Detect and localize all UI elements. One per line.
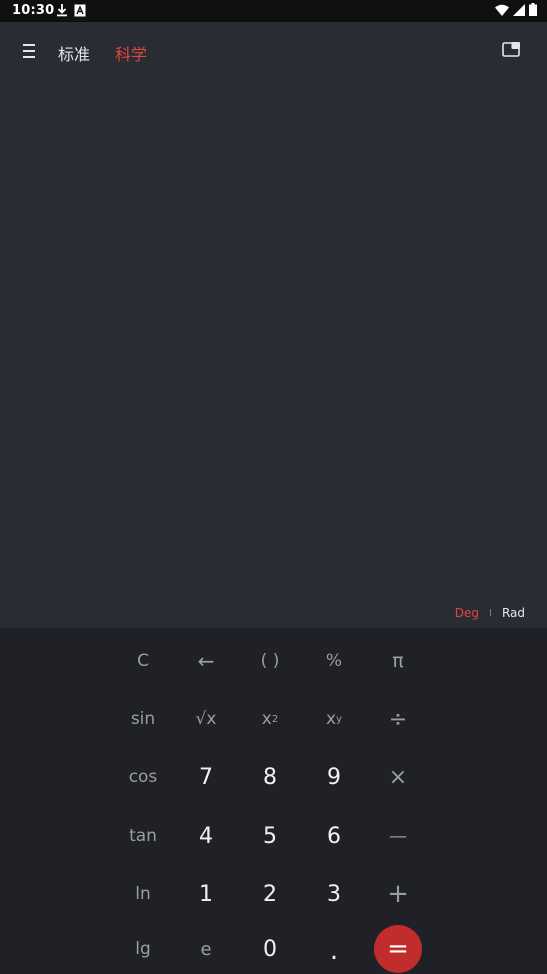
square-button-base: x	[261, 709, 272, 729]
floating-window-icon[interactable]	[501, 41, 523, 61]
tab-scientific[interactable]: 科学	[115, 41, 147, 65]
power-button-base: x	[326, 709, 337, 729]
digit-5-button[interactable]: 5	[240, 811, 300, 861]
calculator-screen: 10:30 标准 科学 Deg I Rad C ← () % π sin √x…	[0, 0, 547, 974]
decimal-point-button[interactable]: .	[304, 926, 364, 974]
tab-standard[interactable]: 标准	[58, 41, 90, 65]
digit-7-button[interactable]: 7	[176, 752, 236, 802]
a-box-icon	[74, 4, 86, 17]
equals-button[interactable]: =	[374, 925, 422, 973]
multiply-button[interactable]: ×	[368, 752, 428, 802]
digit-9-button[interactable]: 9	[304, 752, 364, 802]
square-button-exponent: 2	[271, 713, 279, 725]
square-button[interactable]: x2	[240, 694, 300, 744]
status-time: 10:30	[12, 3, 55, 18]
digit-3-button[interactable]: 3	[304, 869, 364, 919]
status-left-icons	[56, 3, 86, 17]
backspace-button[interactable]: ←	[176, 636, 236, 686]
wifi-icon	[495, 4, 509, 16]
digit-6-button[interactable]: 6	[304, 811, 364, 861]
clear-button[interactable]: C	[113, 636, 173, 686]
angle-mode-toggle: Deg I Rad	[455, 606, 525, 620]
power-button[interactable]: xy	[304, 694, 364, 744]
power-button-exponent: y	[336, 713, 342, 725]
digit-2-button[interactable]: 2	[240, 869, 300, 919]
result-display: Deg I Rad	[0, 80, 547, 628]
signal-icon	[513, 3, 525, 16]
square-root-button[interactable]: √x	[176, 694, 236, 744]
cos-button[interactable]: cos	[113, 752, 173, 802]
rad-option[interactable]: Rad	[502, 606, 525, 620]
battery-icon	[529, 3, 537, 16]
status-bar: 10:30	[0, 0, 547, 22]
digit-0-button[interactable]: 0	[240, 924, 300, 974]
hamburger-menu-icon[interactable]	[18, 40, 40, 62]
subtract-button[interactable]: —	[368, 811, 428, 861]
digit-8-button[interactable]: 8	[240, 752, 300, 802]
deg-option[interactable]: Deg	[455, 606, 479, 620]
download-icon	[56, 3, 68, 17]
parentheses-button[interactable]: ( )	[240, 636, 300, 686]
sin-button[interactable]: sin	[113, 694, 173, 744]
tan-button[interactable]: tan	[113, 811, 173, 861]
euler-e-button[interactable]: e	[176, 924, 236, 974]
app-header: 标准 科学	[0, 22, 547, 80]
ln-button[interactable]: ln	[113, 869, 173, 919]
pi-button[interactable]: π	[368, 636, 428, 686]
angle-mode-separator: I	[489, 607, 492, 619]
status-right-icons	[495, 3, 537, 16]
lg-button[interactable]: lg	[113, 924, 173, 974]
add-button[interactable]: +	[368, 869, 428, 919]
keypad: C ← ( ) % π sin √x x2 xy ÷ cos 7 8 9 × t…	[0, 628, 547, 974]
digit-1-button[interactable]: 1	[176, 869, 236, 919]
digit-4-button[interactable]: 4	[176, 811, 236, 861]
percent-button[interactable]: %	[304, 636, 364, 686]
divide-button[interactable]: ÷	[368, 694, 428, 744]
